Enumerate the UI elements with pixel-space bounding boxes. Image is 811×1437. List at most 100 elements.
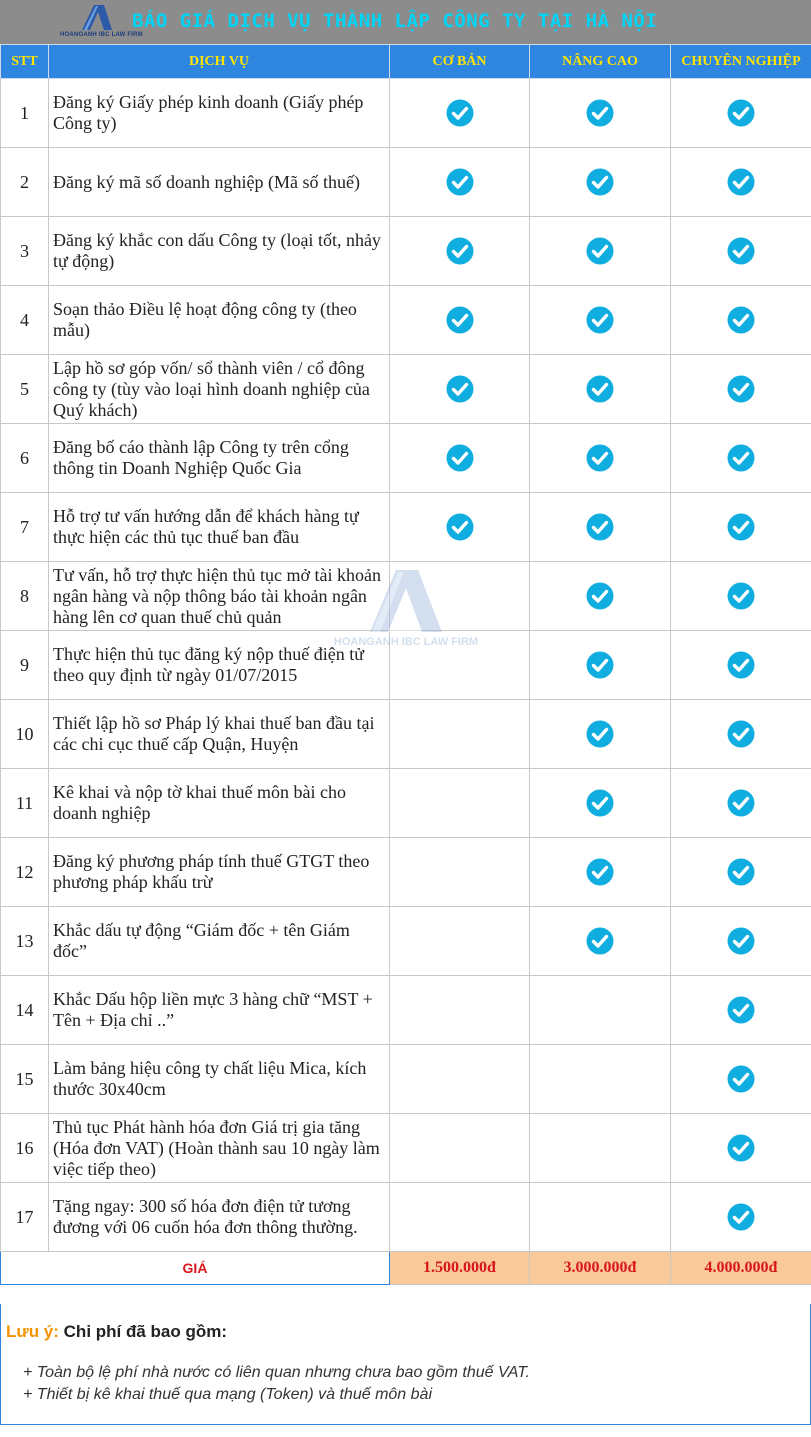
cell-advanced xyxy=(529,78,671,148)
row-stt: 5 xyxy=(0,354,49,424)
row-stt: 7 xyxy=(0,492,49,562)
row-service: Kê khai và nộp tờ khai thuế môn bài cho … xyxy=(48,768,390,838)
cell-advanced xyxy=(529,285,671,355)
row-stt: 10 xyxy=(0,699,49,769)
table-header-row: STT DỊCH VỤ CƠ BẢN NÂNG CAO CHUYÊN NGHIỆ… xyxy=(0,44,811,79)
cell-advanced xyxy=(529,768,671,838)
page-title: BÁO GIÁ DỊCH VỤ THÀNH LẬP CÔNG TY TẠI HÀ… xyxy=(132,10,658,32)
row-service: Thủ tục Phát hành hóa đơn Giá trị gia tă… xyxy=(48,1113,390,1183)
table-row: 12 Đăng ký phương pháp tính thuế GTGT the… xyxy=(0,837,811,907)
cell-advanced xyxy=(529,216,671,286)
row-service: Đăng ký mã số doanh nghiệp (Mã số thuế) xyxy=(48,147,390,217)
cell-basic xyxy=(389,1113,530,1183)
cell-advanced xyxy=(529,354,671,424)
check-icon xyxy=(727,720,755,748)
row-service: Lập hồ sơ góp vốn/ sổ thành viên / cổ đô… xyxy=(48,354,390,424)
row-stt: 9 xyxy=(0,630,49,700)
table-row: 15 Làm bảng hiệu công ty chất liệu Mica, … xyxy=(0,1044,811,1114)
row-stt: 11 xyxy=(0,768,49,838)
row-stt: 6 xyxy=(0,423,49,493)
table-row: 13 Khắc dấu tự động “Giám đốc + tên Giám … xyxy=(0,906,811,976)
row-service: Khắc Dấu hộp liền mực 3 hàng chữ “MST + … xyxy=(48,975,390,1045)
cell-professional xyxy=(670,699,811,769)
price-professional: 4.000.000đ xyxy=(670,1251,811,1285)
table-row: 8 Tư vấn, hỗ trợ thực hiện thủ tục mở tài… xyxy=(0,561,811,631)
company-logo: HOANGANH IBC LAW FIRM xyxy=(60,2,143,42)
cell-advanced xyxy=(529,630,671,700)
cell-basic xyxy=(389,1044,530,1114)
check-icon xyxy=(446,168,474,196)
row-service: Làm bảng hiệu công ty chất liệu Mica, kí… xyxy=(48,1044,390,1114)
cell-advanced xyxy=(529,1113,671,1183)
cell-advanced xyxy=(529,423,671,493)
col-header-advanced: NÂNG CAO xyxy=(529,44,671,79)
cell-professional xyxy=(670,1182,811,1252)
check-icon xyxy=(727,651,755,679)
cell-professional xyxy=(670,285,811,355)
cell-basic xyxy=(389,837,530,907)
check-icon xyxy=(446,306,474,334)
row-service: Hỗ trợ tư vấn hướng dẫn để khách hàng tự… xyxy=(48,492,390,562)
check-icon xyxy=(586,582,614,610)
cell-advanced xyxy=(529,1182,671,1252)
check-icon xyxy=(586,789,614,817)
table-row: 6 Đăng bố cáo thành lập Công ty trên cổng… xyxy=(0,423,811,493)
table-row: 17 Tặng ngay: 300 số hóa đơn điện tử tươn… xyxy=(0,1182,811,1252)
logo-text: HOANGANH IBC LAW FIRM xyxy=(60,32,143,38)
cell-basic xyxy=(389,906,530,976)
col-header-professional: CHUYÊN NGHIỆP xyxy=(670,44,811,79)
row-service: Tư vấn, hỗ trợ thực hiện thủ tục mở tài … xyxy=(48,561,390,631)
title-bar: HOANGANH IBC LAW FIRM BÁO GIÁ DỊCH VỤ TH… xyxy=(0,0,811,44)
check-icon xyxy=(727,375,755,403)
check-icon xyxy=(727,306,755,334)
row-stt: 14 xyxy=(0,975,49,1045)
cell-basic xyxy=(389,78,530,148)
cell-professional xyxy=(670,1044,811,1114)
table-row: 3 Đăng ký khắc con dấu Công ty (loại tốt,… xyxy=(0,216,811,286)
row-service: Thực hiện thủ tục đăng ký nộp thuế điện … xyxy=(48,630,390,700)
check-icon xyxy=(727,513,755,541)
row-stt: 3 xyxy=(0,216,49,286)
check-icon xyxy=(727,168,755,196)
cell-professional xyxy=(670,768,811,838)
row-stt: 12 xyxy=(0,837,49,907)
row-service: Đăng ký khắc con dấu Công ty (loại tốt, … xyxy=(48,216,390,286)
check-icon xyxy=(727,1065,755,1093)
table-row: 9 Thực hiện thủ tục đăng ký nộp thuế điện… xyxy=(0,630,811,700)
row-stt: 13 xyxy=(0,906,49,976)
check-icon xyxy=(727,237,755,265)
cell-professional xyxy=(670,216,811,286)
check-icon xyxy=(727,1134,755,1162)
row-service: Thiết lập hồ sơ Pháp lý khai thuế ban đầ… xyxy=(48,699,390,769)
check-icon xyxy=(727,99,755,127)
cell-professional xyxy=(670,837,811,907)
cell-advanced xyxy=(529,837,671,907)
cell-basic xyxy=(389,630,530,700)
cell-basic xyxy=(389,216,530,286)
cell-professional xyxy=(670,423,811,493)
cell-professional xyxy=(670,147,811,217)
check-icon xyxy=(586,720,614,748)
check-icon xyxy=(586,375,614,403)
cell-basic xyxy=(389,285,530,355)
notes-section: Lưu ý: Chi phí đã bao gồm: + Toàn bộ lệ … xyxy=(0,1304,811,1425)
table-row: 2 Đăng ký mã số doanh nghiệp (Mã số thuế) xyxy=(0,147,811,217)
check-icon xyxy=(586,168,614,196)
cell-advanced xyxy=(529,699,671,769)
cell-advanced xyxy=(529,906,671,976)
check-icon xyxy=(586,237,614,265)
notes-heading: Lưu ý: Chi phí đã bao gồm: xyxy=(6,1322,227,1342)
table-row: 4 Soạn thảo Điều lệ hoạt động công ty (th… xyxy=(0,285,811,355)
table-row: 16 Thủ tục Phát hành hóa đơn Giá trị gia … xyxy=(0,1113,811,1183)
table-row: 11 Kê khai và nộp tờ khai thuế môn bài ch… xyxy=(0,768,811,838)
check-icon xyxy=(727,996,755,1024)
check-icon xyxy=(727,444,755,472)
table-body: 1 Đăng ký Giấy phép kinh doanh (Giấy phép… xyxy=(0,78,811,1285)
check-icon xyxy=(586,99,614,127)
cell-basic xyxy=(389,147,530,217)
logo-icon xyxy=(82,5,112,30)
cell-professional xyxy=(670,561,811,631)
cell-professional xyxy=(670,1113,811,1183)
cell-advanced xyxy=(529,147,671,217)
check-icon xyxy=(586,858,614,886)
